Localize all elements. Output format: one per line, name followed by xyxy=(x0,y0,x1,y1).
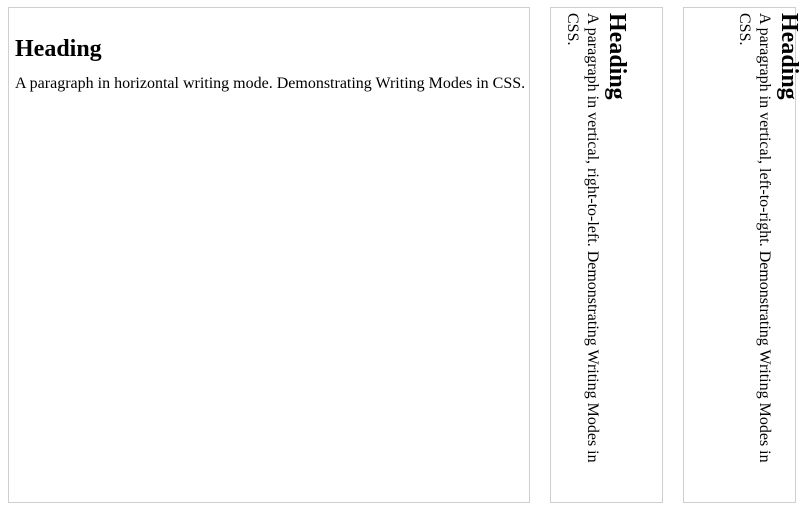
horizontal-writing-panel: Heading A paragraph in horizontal writin… xyxy=(8,7,530,503)
vertical-lr-content: Heading A paragraph in vertical, left-to… xyxy=(704,13,802,499)
horizontal-content: Heading A paragraph in horizontal writin… xyxy=(9,8,529,94)
vertical-lr-paragraph: A paragraph in vertical, left-to-right. … xyxy=(736,13,773,463)
vertical-lr-heading: Heading xyxy=(776,13,802,100)
horizontal-paragraph: A paragraph in horizontal writing mode. … xyxy=(15,75,526,92)
horizontal-heading: Heading xyxy=(15,36,102,62)
vertical-rl-heading: Heading xyxy=(604,13,630,100)
vertical-lr-panel: Heading A paragraph in vertical, left-to… xyxy=(683,7,802,503)
vertical-rl-paragraph: A paragraph in vertical, right-to-left. … xyxy=(564,13,601,463)
vertical-rl-panel: Heading A paragraph in vertical, right-t… xyxy=(550,7,663,503)
vertical-rl-content: Heading A paragraph in vertical, right-t… xyxy=(562,13,632,499)
